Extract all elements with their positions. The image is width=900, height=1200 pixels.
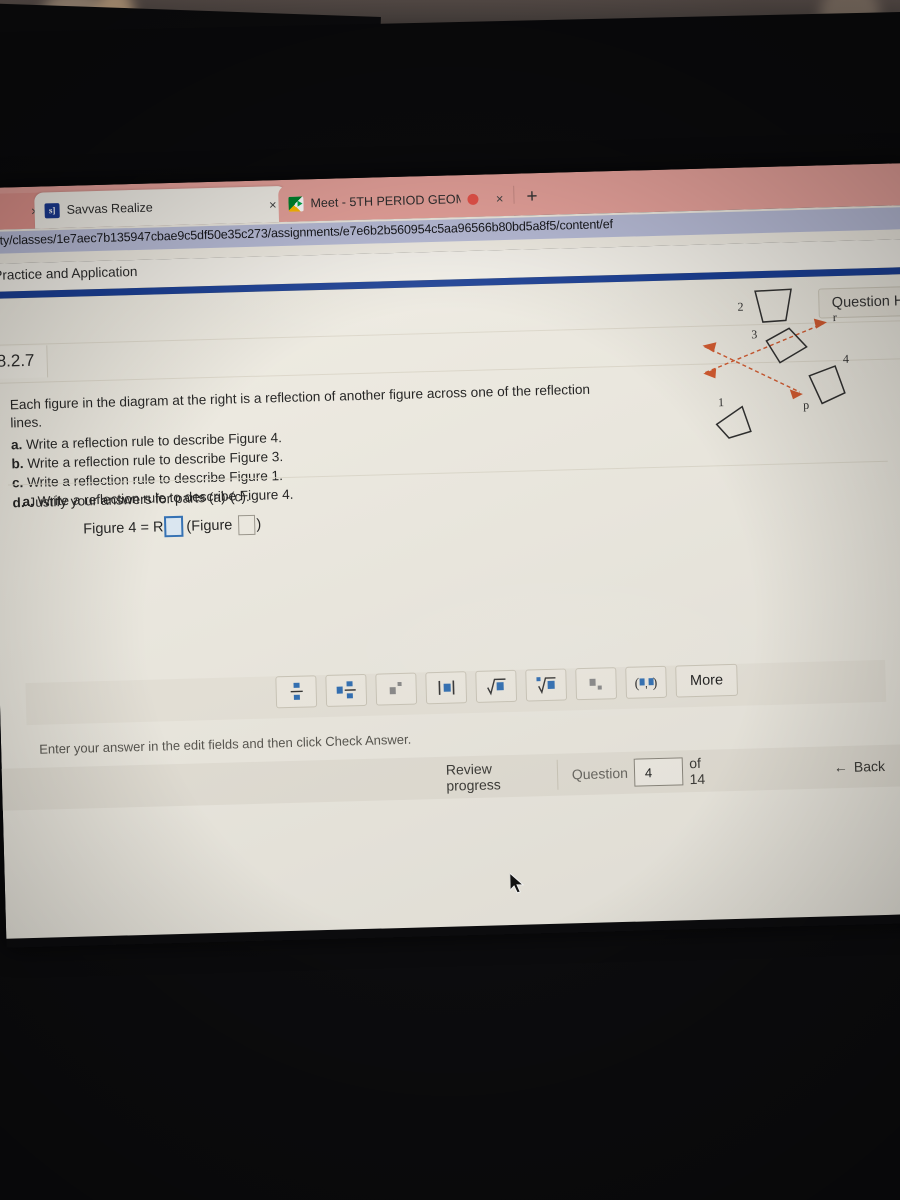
answer-input-box-2[interactable]: [238, 514, 256, 535]
figure-2-shape: [754, 288, 792, 323]
figure-4-shape: [808, 365, 846, 405]
reflection-line-p: [704, 345, 801, 393]
svg-text:,: ,: [644, 676, 648, 690]
line-r-label: r: [833, 310, 837, 324]
answer-middle: (Figure: [186, 516, 233, 535]
reflection-line-r-arrowhead-left: [703, 368, 717, 379]
question-navigator-label: Question: [571, 764, 629, 783]
question-number-input[interactable]: 4: [633, 757, 684, 787]
reflection-diagram: 2 3 4 1 r p: [695, 280, 879, 440]
question-navigator: Question 4 of 14: [557, 749, 730, 796]
line-p-label: p: [803, 398, 809, 412]
tab-divider: [513, 185, 515, 204]
assignment-title: hool: Practice and Application: [0, 263, 138, 284]
part-c-letter: c.: [11, 475, 24, 491]
figure-3-label: 3: [751, 327, 757, 341]
keypad-more-button[interactable]: More: [675, 663, 739, 698]
new-tab-button[interactable]: +: [526, 186, 538, 207]
answer-input-box-1[interactable]: [164, 515, 184, 538]
figure-1-shape: [715, 405, 752, 439]
question-total-label: of 14: [688, 754, 706, 788]
keypad-subscript-button[interactable]: [575, 667, 618, 701]
svg-text:(: (: [634, 677, 639, 692]
back-arrow-icon: ←: [833, 758, 849, 776]
answer-expression: Figure 4 = R (Figure ): [83, 514, 261, 540]
part-b-letter: b.: [11, 456, 24, 472]
keypad-ordered-pair-button[interactable]: (,): [625, 665, 668, 699]
browser-tab-1-title: Savvas Realize: [66, 200, 153, 217]
reflection-line-r-arrowhead-right: [813, 318, 827, 329]
answer-hint-text: Enter your answer in the edit fields and…: [38, 731, 412, 757]
reflection-line-r: [704, 322, 825, 374]
math-keypad-toolbar: (,) More: [25, 659, 887, 726]
laptop-screen: 5TH × s] Savvas Realize × Meet - 5TH PER…: [0, 162, 900, 948]
answer-prefix: Figure 4 = R: [83, 518, 164, 537]
keypad-absolute-value-button[interactable]: [425, 671, 468, 705]
question-page: Question He 8.2.7 Each figure in the dia…: [0, 273, 900, 939]
meet-favicon-icon: [288, 195, 304, 212]
figure-4-label: 4: [843, 352, 849, 366]
question-number-tab[interactable]: 8.2.7: [0, 345, 48, 380]
part-a-prompt-letter: a.: [22, 493, 35, 510]
figure-1-label: 1: [718, 395, 724, 409]
part-a-letter: a.: [10, 436, 23, 453]
reflection-diagram-svg: 2 3 4 1 r p: [702, 288, 849, 439]
review-progress-button[interactable]: Review progress: [432, 754, 558, 799]
svg-text:): ): [652, 676, 657, 691]
keypad-nth-root-button[interactable]: [525, 668, 568, 702]
browser-tab-2-close-icon[interactable]: ×: [496, 191, 504, 206]
savvas-favicon-icon: s]: [44, 202, 60, 218]
back-button-label: Back: [853, 757, 886, 775]
figure-2-label: 2: [737, 300, 743, 314]
keypad-fraction-button[interactable]: [275, 675, 318, 709]
answer-suffix: ): [256, 516, 262, 533]
browser-tab-1-close-icon[interactable]: ×: [269, 197, 277, 212]
browser-tab-2-title: Meet - 5TH PERIOD GEOMET: [310, 192, 461, 211]
back-button[interactable]: ← Back: [819, 745, 899, 789]
keypad-exponent-button[interactable]: [375, 672, 418, 706]
keypad-mixed-number-button[interactable]: [325, 673, 368, 707]
keypad-square-root-button[interactable]: [475, 669, 518, 703]
math-keypad-keys: (,) More: [275, 663, 739, 709]
tab-recording-indicator-icon: [467, 193, 479, 205]
photo-of-laptop-screen: 5TH × s] Savvas Realize × Meet - 5TH PER…: [0, 0, 900, 1200]
